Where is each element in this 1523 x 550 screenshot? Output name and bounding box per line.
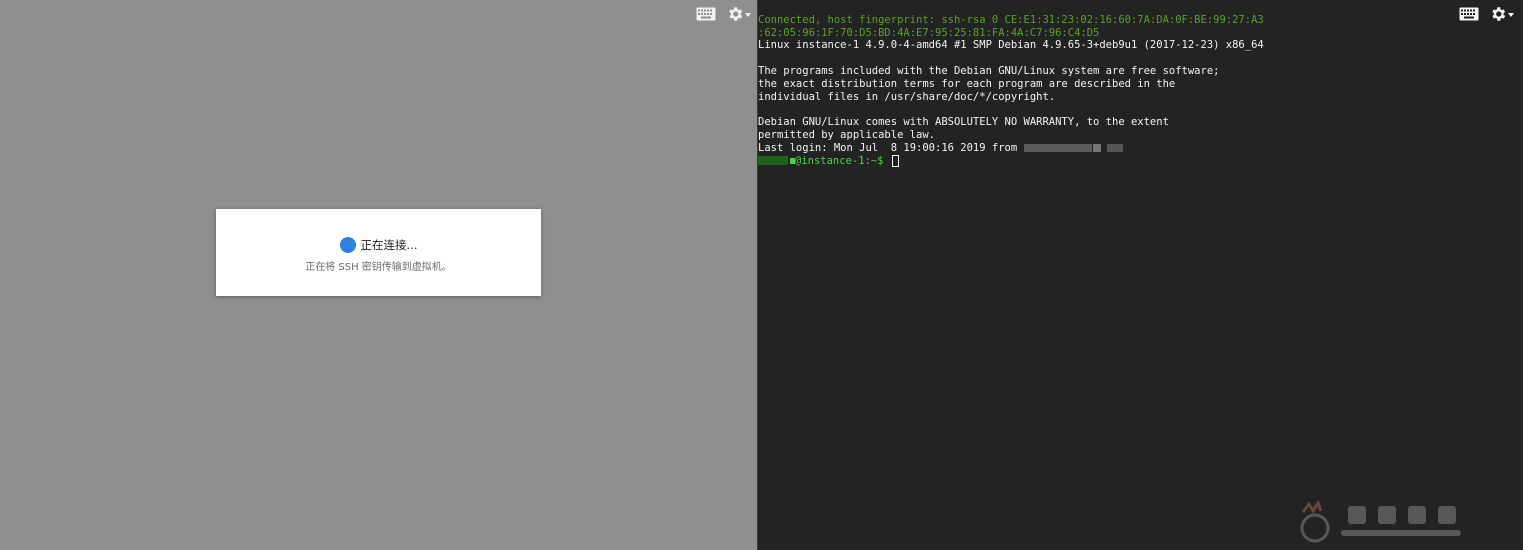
connecting-dialog: 正在连接... 正在将 SSH 密钥传输到虚拟机。: [216, 209, 541, 296]
keyboard-icon[interactable]: [696, 7, 716, 21]
terminal-line-motd-2: the exact distribution terms for each pr…: [758, 77, 1176, 90]
terminal-line-prompt: @instance-1:~$: [758, 154, 1298, 168]
dialog-subtitle: 正在将 SSH 密钥传输到虚拟机。: [305, 262, 452, 273]
dialog-title: 正在连接...: [360, 238, 418, 252]
redacted-ip-block: [1023, 143, 1092, 152]
settings-menu-button[interactable]: [1489, 5, 1514, 23]
chevron-down-icon: [745, 13, 751, 17]
terminal-line-last-login: Last login: Mon Jul 8 19:00:16 2019 from: [758, 142, 1298, 155]
terminal-line-kernel: Linux instance-1 4.9.0-4-amd64 #1 SMP De…: [758, 39, 1264, 52]
terminal-line-warranty-2: permitted by applicable law.: [758, 128, 936, 141]
settings-menu-button[interactable]: [726, 5, 751, 23]
terminal-line-fingerprint-1: Connected, host fingerprint: ssh-rsa 0 C…: [758, 13, 1264, 26]
terminal-line-motd-3: individual files in /usr/share/doc/*/cop…: [758, 90, 1056, 103]
terminal-line-motd-1: The programs included with the Debian GN…: [758, 64, 1220, 77]
gear-icon: [1492, 7, 1506, 21]
terminal-line-warranty-1: Debian GNU/Linux comes with ABSOLUTELY N…: [758, 116, 1169, 129]
chevron-down-icon: [1508, 13, 1514, 17]
watermark-logo-icon: [1300, 499, 1461, 543]
right-toolbar: [1459, 5, 1514, 23]
left-ssh-pane: 正在连接... 正在将 SSH 密钥传输到虚拟机。: [0, 0, 757, 550]
last-login-text: Last login: Mon Jul 8 19:00:16 2019 from: [758, 141, 1024, 154]
redacted-ip-block: [1106, 143, 1123, 152]
terminal-line-fingerprint-2: :62:05:96:1F:70:D5:BD:4A:E7:95:25:81:FA:…: [758, 26, 1100, 39]
redacted-username-block: [758, 156, 788, 166]
keyboard-icon[interactable]: [1459, 7, 1479, 21]
terminal-cursor: [891, 154, 899, 167]
left-toolbar: [696, 5, 751, 23]
terminal-output[interactable]: Connected, host fingerprint: ssh-rsa 0 C…: [758, 0, 1298, 193]
loading-spinner-icon: [339, 237, 356, 253]
prompt-text: @instance-1:~$: [795, 154, 890, 167]
right-ssh-pane: Connected, host fingerprint: ssh-rsa 0 C…: [758, 0, 1523, 550]
gear-icon: [729, 7, 743, 21]
redacted-ip-block: [1092, 143, 1101, 152]
